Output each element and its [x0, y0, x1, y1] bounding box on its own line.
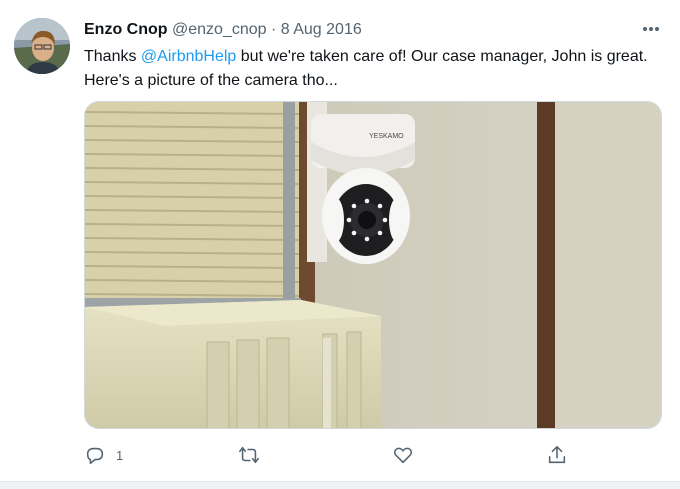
- more-button[interactable]: [636, 16, 666, 42]
- camera-photo: YESKAMO: [85, 102, 661, 428]
- tweet-text-start: Thanks: [84, 48, 141, 65]
- reply-count: 1: [116, 447, 124, 463]
- tweet-date[interactable]: 8 Aug 2016: [281, 21, 362, 38]
- retweet-icon: [239, 446, 259, 464]
- share-button[interactable]: [546, 440, 568, 470]
- avatar[interactable]: [14, 18, 70, 74]
- reply-icon: [86, 447, 104, 465]
- tweet-actions: 1: [84, 440, 662, 470]
- author-handle[interactable]: @enzo_cnop: [172, 21, 267, 38]
- reply-button[interactable]: 1: [84, 440, 123, 470]
- share-icon: [548, 445, 566, 464]
- author-name[interactable]: Enzo Cnop: [84, 21, 168, 38]
- tweet-text: Thanks @AirbnbHelp but we're taken care …: [84, 45, 650, 93]
- avatar-image: [14, 18, 70, 74]
- like-button[interactable]: [392, 440, 414, 470]
- more-icon: [643, 27, 659, 31]
- retweet-button[interactable]: [238, 440, 260, 470]
- tweet-photo[interactable]: YESKAMO: [84, 101, 662, 429]
- mention-link[interactable]: @AirbnbHelp: [141, 48, 236, 65]
- tweet-card[interactable]: Enzo Cnop @enzo_cnop · 8 Aug 2016 Thanks…: [0, 0, 680, 489]
- like-icon: [393, 447, 413, 464]
- camera-brand: YESKAMO: [369, 133, 404, 140]
- header-separator: ·: [270, 21, 277, 38]
- tweet-header: Enzo Cnop @enzo_cnop · 8 Aug 2016: [84, 21, 362, 39]
